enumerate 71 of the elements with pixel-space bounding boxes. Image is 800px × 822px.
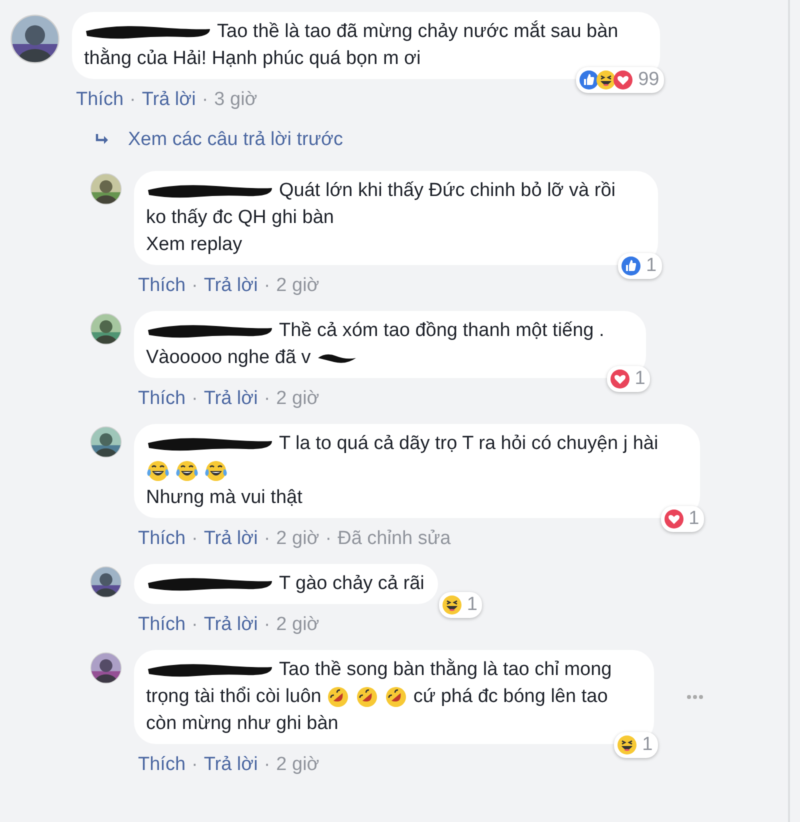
separator-dot: · [264, 754, 270, 776]
reaction-count: 1 [466, 594, 478, 616]
avatar[interactable] [90, 652, 122, 684]
avatar[interactable] [90, 313, 122, 345]
separator-dot: · [264, 388, 270, 410]
reaction-badge[interactable]: 1 [660, 506, 704, 532]
separator-dot: · [192, 528, 198, 550]
comment-text: còn mừng như ghi bàn [146, 712, 338, 736]
rolling-laughing-emoji [384, 684, 408, 708]
avatar[interactable] [90, 426, 122, 458]
view-previous-replies-link[interactable]: Xem các câu trả lời trước [94, 129, 788, 151]
separator-dot: · [264, 528, 270, 550]
timestamp: 2 giờ [276, 614, 320, 636]
separator-dot: · [192, 614, 198, 636]
separator-dot: · [192, 275, 198, 297]
tears-of-joy-emoji [146, 458, 170, 482]
rolling-laughing-emoji [355, 684, 380, 708]
reply-arrow-icon [94, 133, 110, 147]
reaction-badge[interactable]: 1 [438, 592, 482, 618]
separator-dot: · [202, 89, 208, 111]
comment-text: Tao thề song bàn thằng là tao chỉ mong [279, 658, 612, 682]
action-link[interactable]: Thích [138, 388, 186, 410]
action-link[interactable]: Trả lời [204, 754, 258, 776]
action-link[interactable]: Trả lời [204, 388, 258, 410]
timestamp: 2 giờ [276, 528, 320, 550]
timestamp: 3 giờ [214, 89, 258, 111]
comment-text: cứ phá đc bóng lên tao [413, 685, 608, 709]
separator-dot: · [325, 528, 332, 550]
tears-of-joy-emoji [204, 458, 228, 482]
comment-text: Quát lớn khi thấy Đức chinh bỏ lỡ và rồi [279, 179, 616, 203]
action-link[interactable]: Thích [138, 614, 186, 636]
action-link[interactable]: Trả lời [204, 528, 258, 550]
action-link[interactable]: Trả lời [204, 275, 258, 297]
timestamp: Đã chỉnh sửa [338, 528, 451, 550]
comment-text: ko thấy đc QH ghi bàn [146, 206, 334, 230]
action-link[interactable]: Thích [138, 754, 186, 776]
avatar[interactable] [90, 173, 122, 205]
comment-text: thằng của Hải! Hạnh phúc quá bọn m ơi [84, 46, 421, 71]
action-link[interactable]: Trả lời [204, 614, 258, 636]
comment-text: trọng tài thổi còi luôn [146, 685, 322, 709]
separator-dot: · [264, 275, 270, 297]
comment-text: Nhưng mà vui thật [146, 486, 302, 510]
reaction-badge[interactable]: 1 [618, 253, 662, 279]
reaction-badge[interactable]: 1 [606, 366, 650, 392]
action-link[interactable]: Thích [138, 275, 186, 297]
comment-text: Tao thề là tao đã mừng chảy nước mắt sau bàn [217, 20, 618, 44]
separator-dot: · [192, 754, 198, 776]
reaction-count: 1 [642, 734, 653, 756]
reaction-count: 1 [634, 368, 646, 390]
reaction-badge[interactable]: 1 [614, 732, 658, 758]
action-link[interactable]: Trả lời [142, 89, 196, 111]
comment-text: T la to quá cả dãy trọ T ra hỏi có chuyện j hài [279, 432, 658, 456]
reaction-count: 1 [688, 508, 700, 530]
comment-text: Xem replay [146, 233, 242, 257]
reaction-count: 99 [638, 69, 660, 91]
timestamp: 2 giờ [276, 388, 320, 410]
reaction-count: 1 [646, 255, 657, 277]
comment-text: Thề cả xóm tao đồng thanh một tiếng . [279, 319, 604, 343]
comment-text: Vàooooo nghe đã v [146, 346, 311, 370]
action-link[interactable]: Thích [76, 89, 124, 111]
rolling-laughing-emoji [326, 684, 350, 708]
comment-text: T gào chảy cả rãi [279, 572, 424, 596]
timestamp: 2 giờ [276, 754, 320, 776]
tears-of-joy-emoji [175, 458, 199, 482]
separator-dot: · [130, 89, 136, 111]
separator-dot: · [264, 614, 270, 636]
separator-dot: · [192, 388, 198, 410]
action-link[interactable]: Thích [138, 528, 186, 550]
avatar[interactable] [90, 566, 122, 598]
reaction-badge[interactable]: 99 [576, 67, 664, 93]
timestamp: 2 giờ [276, 275, 320, 297]
